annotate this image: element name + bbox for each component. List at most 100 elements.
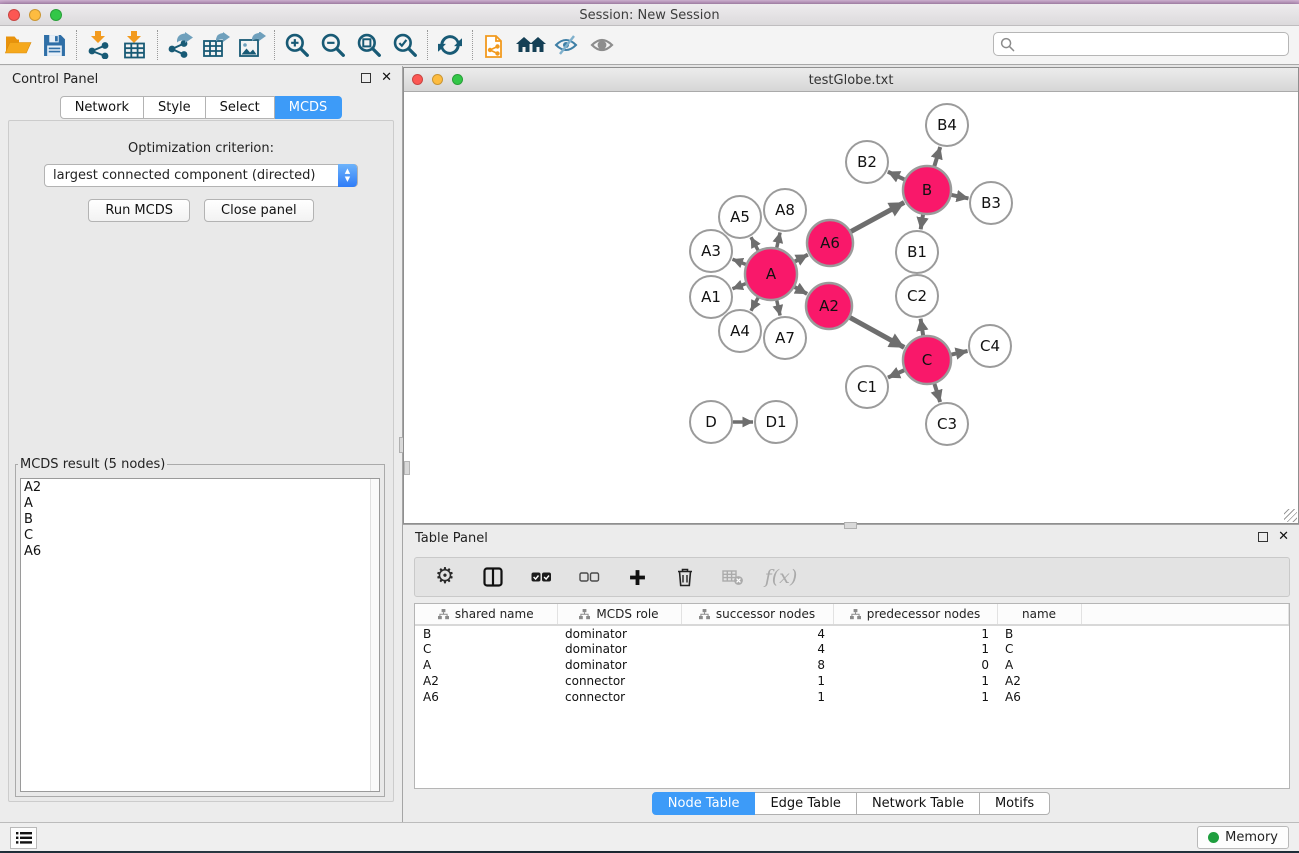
edge-B-B4[interactable] (934, 147, 940, 166)
cell-shared-name[interactable]: B (415, 625, 557, 641)
apply-layout-button[interactable] (432, 29, 468, 61)
cell-mcds-role[interactable]: connector (557, 689, 681, 705)
zoom-fit-button[interactable] (351, 29, 387, 61)
memory-button[interactable]: Memory (1197, 826, 1289, 849)
column-header-successor-nodes[interactable]: successor nodes (681, 604, 833, 625)
edge-A-A7[interactable] (777, 300, 780, 315)
float-panel-icon[interactable] (361, 73, 371, 83)
select-all-columns-button[interactable] (529, 564, 553, 590)
export-network-button[interactable] (162, 29, 198, 61)
close-panel-button[interactable]: Close panel (204, 199, 314, 222)
node-A1[interactable]: A1 (690, 276, 732, 318)
zoom-out-button[interactable] (315, 29, 351, 61)
cell-mcds-role[interactable]: connector (557, 673, 681, 689)
zoom-in-button[interactable] (279, 29, 315, 61)
show-all-networks-button[interactable] (513, 29, 549, 61)
cell-predecessor-nodes[interactable]: 1 (833, 689, 997, 705)
cell-successor-nodes[interactable]: 4 (681, 625, 833, 641)
cell-successor-nodes[interactable]: 1 (681, 689, 833, 705)
cell-mcds-role[interactable]: dominator (557, 657, 681, 673)
node-A6[interactable]: A6 (807, 220, 853, 266)
node-C2[interactable]: C2 (896, 275, 938, 317)
network-canvas[interactable]: B4B2BB3A5A8A6A3AB1A1C2A2A4A7C4CC1C3DD1 (404, 93, 1298, 523)
node-C3[interactable]: C3 (926, 403, 968, 445)
node-A3[interactable]: A3 (690, 230, 732, 272)
tab-edge-table[interactable]: Edge Table (755, 792, 856, 815)
cell-shared-name[interactable]: A2 (415, 673, 557, 689)
edge-C-C2[interactable] (921, 319, 924, 336)
tab-select[interactable]: Select (206, 96, 275, 119)
node-D[interactable]: D (690, 401, 732, 443)
window-resize-grip[interactable] (1284, 509, 1297, 522)
cell-name[interactable]: C (997, 641, 1081, 657)
create-column-button[interactable] (625, 564, 649, 590)
deselect-all-columns-button[interactable] (577, 564, 601, 590)
cell-shared-name[interactable]: A6 (415, 689, 557, 705)
close-table-panel-icon[interactable]: ✕ (1278, 532, 1289, 542)
cell-name[interactable]: A6 (997, 689, 1081, 705)
import-network-button[interactable] (81, 29, 117, 61)
edge-A-A3[interactable] (732, 259, 745, 264)
edge-C-C1[interactable] (888, 370, 904, 377)
node-A[interactable]: A (745, 248, 797, 300)
cell-mcds-role[interactable]: dominator (557, 641, 681, 657)
search-input[interactable] (1019, 34, 1288, 54)
column-header-shared-name[interactable]: shared name (415, 604, 557, 625)
node-C[interactable]: C (903, 336, 951, 384)
table-row[interactable]: A2connector11A2 (415, 673, 1289, 689)
import-table-button[interactable] (117, 29, 153, 61)
run-mcds-button[interactable]: Run MCDS (88, 199, 190, 222)
save-session-button[interactable] (36, 29, 72, 61)
cell-successor-nodes[interactable]: 8 (681, 657, 833, 673)
cell-predecessor-nodes[interactable]: 1 (833, 625, 997, 641)
cell-mcds-role[interactable]: dominator (557, 625, 681, 641)
tab-node-table[interactable]: Node Table (652, 792, 756, 815)
float-table-panel-icon[interactable] (1258, 532, 1268, 542)
mcds-result-item[interactable]: C (24, 528, 379, 544)
zoom-selected-button[interactable] (387, 29, 423, 61)
export-image-button[interactable] (234, 29, 270, 61)
cell-name[interactable]: B (997, 625, 1081, 641)
table-row[interactable]: Cdominator41C (415, 641, 1289, 657)
node-B3[interactable]: B3 (970, 182, 1012, 224)
tab-mcds[interactable]: MCDS (275, 96, 343, 119)
node-B1[interactable]: B1 (896, 231, 938, 273)
node-B4[interactable]: B4 (926, 104, 968, 146)
result-scrollbar[interactable] (370, 479, 379, 791)
delete-columns-button[interactable] (673, 564, 697, 590)
mcds-result-item[interactable]: B (24, 512, 379, 528)
edge-A-A8[interactable] (777, 232, 780, 247)
open-session-button[interactable] (0, 29, 36, 61)
new-network-from-file-button[interactable] (477, 29, 513, 61)
edge-A2-C[interactable] (850, 318, 904, 348)
node-A5[interactable]: A5 (719, 196, 761, 238)
close-panel-icon[interactable]: ✕ (381, 73, 392, 83)
network-graph[interactable]: B4B2BB3A5A8A6A3AB1A1C2A2A4A7C4CC1C3DD1 (404, 93, 1298, 524)
edge-B-B2[interactable] (888, 172, 905, 180)
cell-shared-name[interactable]: C (415, 641, 557, 657)
edge-A-A4[interactable] (751, 298, 758, 311)
column-header-name[interactable]: name (997, 604, 1081, 625)
node-A2[interactable]: A2 (806, 283, 852, 329)
cell-name[interactable]: A2 (997, 673, 1081, 689)
node-C1[interactable]: C1 (846, 366, 888, 408)
mcds-result-item[interactable]: A (24, 496, 379, 512)
node-A8[interactable]: A8 (764, 189, 806, 231)
column-header-predecessor-nodes[interactable]: predecessor nodes (833, 604, 997, 625)
table-row[interactable]: Bdominator41B (415, 625, 1289, 641)
show-columns-button[interactable] (481, 564, 505, 590)
export-table-button[interactable] (198, 29, 234, 61)
node-C4[interactable]: C4 (969, 325, 1011, 367)
tab-network-table[interactable]: Network Table (857, 792, 980, 815)
edge-C-C3[interactable] (934, 384, 940, 402)
cell-predecessor-nodes[interactable]: 0 (833, 657, 997, 673)
node-table[interactable]: shared nameMCDS rolesuccessor nodesprede… (414, 603, 1290, 789)
edge-C-C4[interactable] (951, 351, 967, 355)
node-D1[interactable]: D1 (755, 401, 797, 443)
cell-successor-nodes[interactable]: 4 (681, 641, 833, 657)
node-A7[interactable]: A7 (764, 317, 806, 359)
mcds-result-item[interactable]: A6 (24, 544, 379, 560)
edge-A6-B[interactable] (851, 202, 904, 231)
cell-name[interactable]: A (997, 657, 1081, 673)
edge-A-A5[interactable] (751, 237, 758, 250)
